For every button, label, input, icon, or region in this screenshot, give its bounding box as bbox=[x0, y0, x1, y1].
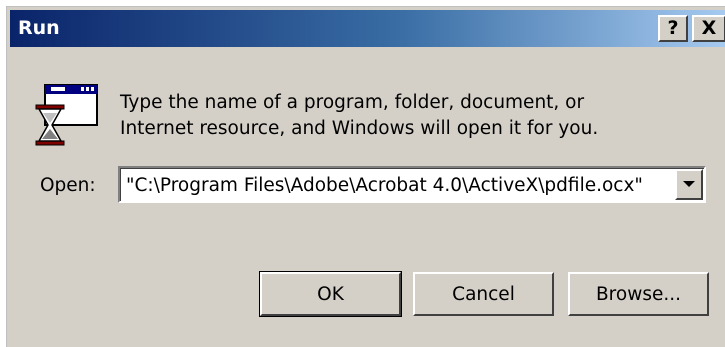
run-program-icon bbox=[35, 84, 98, 146]
cancel-button[interactable]: Cancel bbox=[413, 272, 554, 316]
window-title: Run bbox=[18, 17, 60, 39]
open-input[interactable]: "C:\Program Files\Adobe\Acrobat 4.0\Acti… bbox=[126, 175, 643, 196]
chevron-down-icon bbox=[683, 181, 695, 187]
help-button[interactable]: ? bbox=[658, 15, 688, 42]
title-bar[interactable]: Run ? X bbox=[10, 10, 725, 47]
ok-button[interactable]: OK bbox=[259, 271, 402, 317]
open-label: Open: bbox=[40, 175, 96, 196]
close-button[interactable]: X bbox=[692, 15, 725, 42]
dropdown-button[interactable] bbox=[675, 169, 703, 200]
browse-button[interactable]: Browse... bbox=[568, 272, 709, 316]
description-line-1: Type the name of a program, folder, docu… bbox=[120, 92, 585, 113]
run-dialog: Run ? X Type the name of a program, fold… bbox=[6, 6, 725, 347]
description-line-2: Internet resource, and Windows will open… bbox=[120, 118, 599, 139]
open-combobox[interactable]: "C:\Program Files\Adobe\Acrobat 4.0\Acti… bbox=[118, 166, 706, 203]
run-description: Type the name of a program, folder, docu… bbox=[120, 90, 598, 142]
